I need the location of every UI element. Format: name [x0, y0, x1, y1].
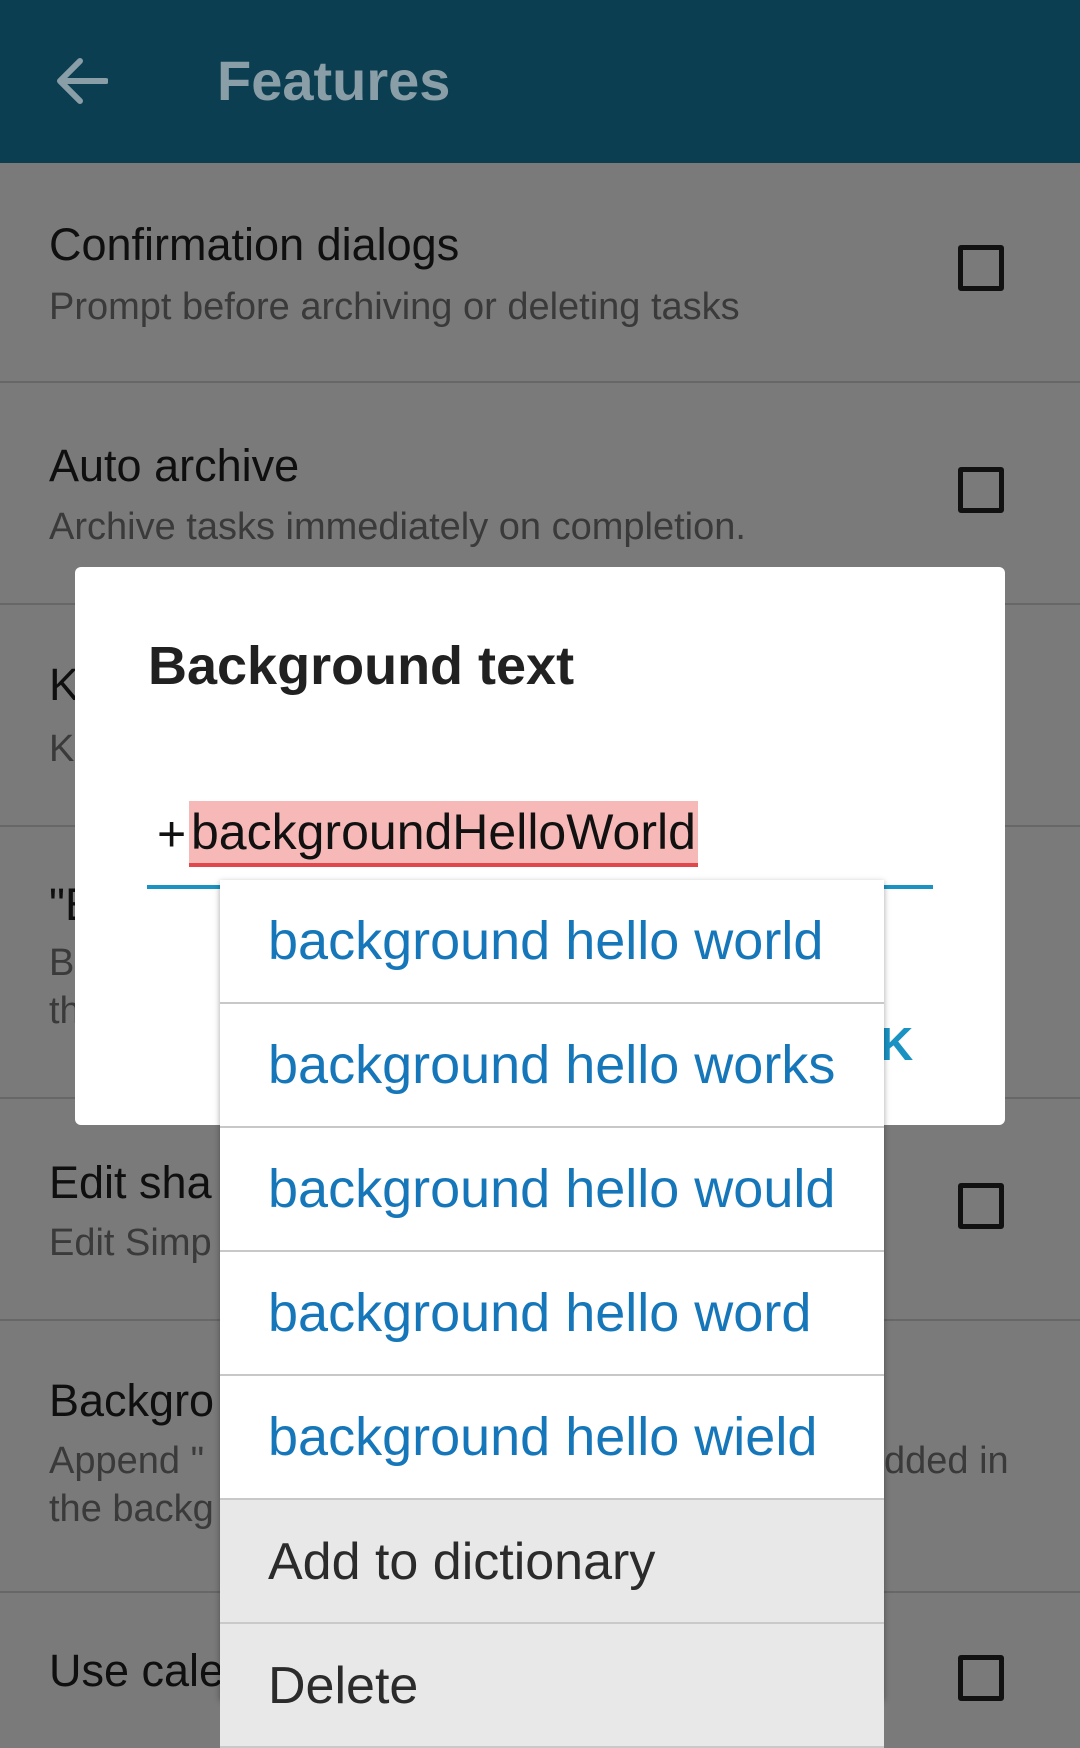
suggestion-item[interactable]: background hello works	[220, 1004, 884, 1128]
input-prefix: +	[157, 806, 187, 862]
suggestion-label: background hello world	[268, 911, 824, 971]
misspelled-word[interactable]: backgroundHelloWorld	[189, 801, 698, 867]
setting-confirmation-dialogs[interactable]: Confirmation dialogs Prompt before archi…	[0, 163, 1080, 383]
action-label: Delete	[268, 1657, 419, 1715]
setting-subtitle-line2: the backg	[49, 1488, 214, 1530]
setting-checkbox[interactable]	[958, 467, 1004, 513]
add-to-dictionary-item[interactable]: Add to dictionary	[220, 1500, 884, 1624]
page-title: Features	[217, 49, 451, 112]
setting-subtitle: Archive tasks immediately on completion.	[49, 506, 746, 548]
setting-checkbox[interactable]	[958, 1183, 1004, 1229]
setting-title: Use cale	[49, 1645, 225, 1696]
setting-title: Confirmation dialogs	[49, 219, 460, 270]
delete-item[interactable]: Delete	[220, 1624, 884, 1748]
setting-subtitle: K	[49, 728, 75, 770]
background-text-input[interactable]: + backgroundHelloWorld	[147, 789, 933, 889]
suggestion-item[interactable]: background hello wield	[220, 1376, 884, 1500]
setting-subtitle-line1-right: dded in	[884, 1440, 1009, 1482]
setting-title: Backgro	[49, 1375, 215, 1426]
dialog-title: Background text	[148, 636, 575, 696]
suggestion-label: background hello wield	[268, 1407, 818, 1467]
suggestion-label: background hello would	[268, 1159, 836, 1219]
app-bar: Features	[0, 0, 1080, 163]
suggestion-item[interactable]: background hello world	[220, 880, 884, 1004]
setting-title: Edit sha	[49, 1157, 212, 1208]
arrow-back-icon[interactable]	[56, 58, 108, 104]
action-label: Add to dictionary	[268, 1533, 656, 1591]
suggestion-item[interactable]: background hello would	[220, 1128, 884, 1252]
setting-subtitle: Edit Simp	[49, 1222, 212, 1264]
setting-subtitle-line1: B	[49, 942, 75, 984]
suggestion-label: background hello word	[268, 1283, 812, 1343]
setting-title: Auto archive	[49, 440, 300, 491]
ok-button[interactable]: K	[880, 1017, 913, 1071]
suggestion-item[interactable]: background hello word	[220, 1252, 884, 1376]
setting-checkbox[interactable]	[958, 1655, 1004, 1701]
suggestion-label: background hello works	[268, 1035, 836, 1095]
setting-subtitle: Prompt before archiving or deleting task…	[49, 286, 740, 328]
setting-checkbox[interactable]	[958, 245, 1004, 291]
setting-subtitle-line1: Append "	[49, 1440, 205, 1482]
spellcheck-suggestions-popup: background hello world background hello …	[220, 880, 884, 1748]
